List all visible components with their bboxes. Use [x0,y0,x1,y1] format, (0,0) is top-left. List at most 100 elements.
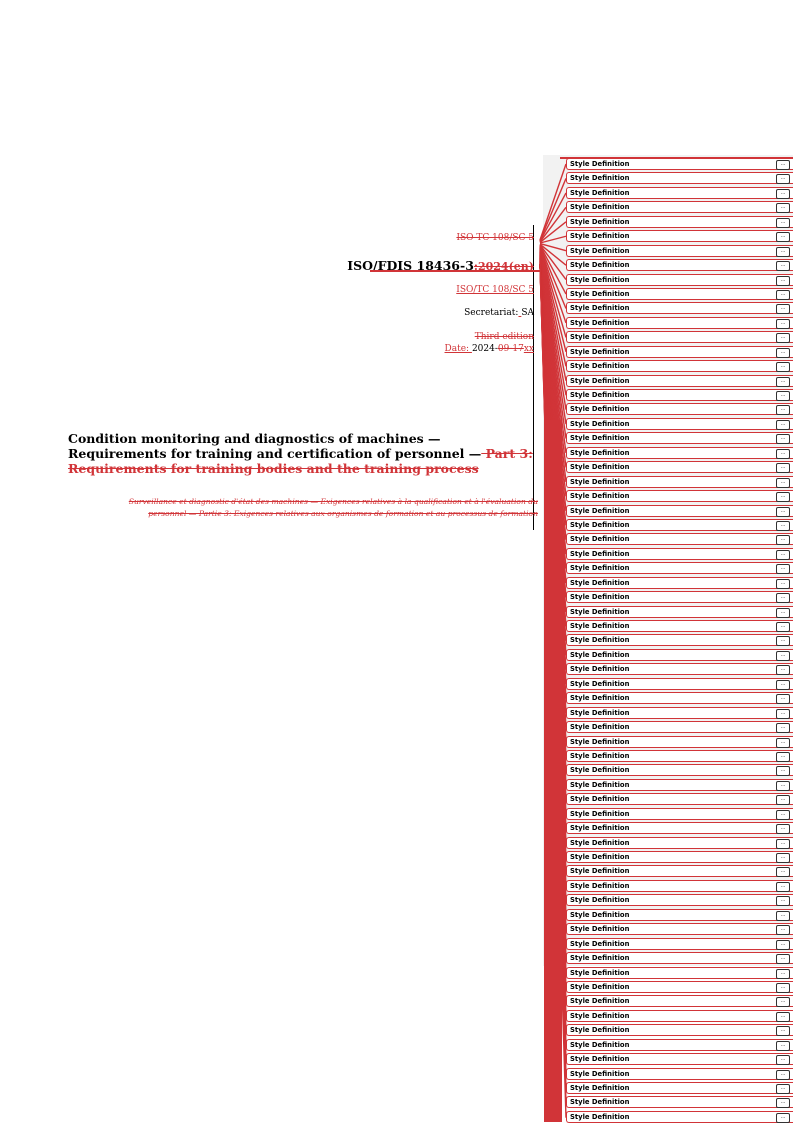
balloon-more-button[interactable]: ... [776,492,790,503]
balloon-more-button[interactable]: ... [776,1026,790,1037]
balloon-more-button[interactable]: ... [776,188,790,199]
balloon-more-button[interactable]: ... [776,954,790,965]
balloon-more-button[interactable]: ... [776,708,790,719]
balloon-more-button[interactable]: ... [776,217,790,228]
balloon-more-button[interactable]: ... [776,593,790,604]
balloon-more-button[interactable]: ... [776,636,790,647]
balloon-more-button[interactable]: ... [776,564,790,575]
balloon-more-button[interactable]: ... [776,867,790,878]
balloon-more-button[interactable]: ... [776,1040,790,1051]
style-definition-balloon[interactable]: Style Definition... [566,952,793,965]
style-definition-balloon[interactable]: Style Definition... [566,172,793,185]
balloon-more-button[interactable]: ... [776,174,790,185]
balloon-more-button[interactable]: ... [776,751,790,762]
balloon-more-button[interactable]: ... [776,535,790,546]
balloon-more-button[interactable]: ... [776,362,790,373]
style-definition-balloon[interactable]: Style Definition... [566,894,793,907]
style-definition-balloon[interactable]: Style Definition... [566,331,793,344]
balloon-more-button[interactable]: ... [776,997,790,1008]
balloon-more-button[interactable]: ... [776,694,790,705]
balloon-more-button[interactable]: ... [776,261,790,272]
balloon-more-button[interactable]: ... [776,520,790,531]
style-definition-balloon[interactable]: Style Definition... [566,1082,793,1094]
style-definition-balloon[interactable]: Style Definition... [566,908,793,921]
style-definition-balloon[interactable]: Style Definition... [566,980,793,993]
balloon-more-button[interactable]: ... [776,333,790,344]
style-definition-balloon[interactable]: Style Definition... [566,735,793,748]
balloon-more-button[interactable]: ... [776,160,790,170]
style-definition-balloon[interactable]: Style Definition... [566,822,793,835]
balloon-more-button[interactable]: ... [776,982,790,993]
style-definition-balloon[interactable]: Style Definition... [566,807,793,820]
style-definition-balloon[interactable]: Style Definition... [566,923,793,936]
style-definition-balloon[interactable]: Style Definition... [566,995,793,1008]
balloon-more-button[interactable]: ... [776,723,790,734]
balloon-more-button[interactable]: ... [776,737,790,748]
balloon-more-button[interactable]: ... [776,232,790,243]
balloon-more-button[interactable]: ... [776,434,790,445]
balloon-more-button[interactable]: ... [776,650,790,661]
style-definition-balloon[interactable]: Style Definition... [566,158,793,170]
style-definition-balloon[interactable]: Style Definition... [566,273,793,286]
balloon-more-button[interactable]: ... [776,910,790,921]
balloon-more-button[interactable]: ... [776,1112,790,1123]
style-definition-balloon[interactable]: Style Definition... [566,186,793,199]
style-definition-balloon[interactable]: Style Definition... [566,937,793,950]
style-definition-balloon[interactable]: Style Definition... [566,648,793,661]
balloon-more-button[interactable]: ... [776,665,790,676]
balloon-more-button[interactable]: ... [776,477,790,488]
style-definition-balloon[interactable]: Style Definition... [566,1053,793,1066]
style-definition-balloon[interactable]: Style Definition... [566,591,793,604]
balloon-more-button[interactable]: ... [776,1098,790,1109]
style-definition-balloon[interactable]: Style Definition... [566,302,793,315]
style-definition-balloon[interactable]: Style Definition... [566,259,793,272]
style-definition-balloon[interactable]: Style Definition... [566,634,793,647]
balloon-more-button[interactable]: ... [776,780,790,791]
balloon-more-button[interactable]: ... [776,549,790,560]
balloon-more-button[interactable]: ... [776,838,790,849]
balloon-more-button[interactable]: ... [776,289,790,300]
style-definition-balloon[interactable]: Style Definition... [566,417,793,430]
style-definition-balloon[interactable]: Style Definition... [566,504,793,517]
balloon-more-button[interactable]: ... [776,809,790,820]
balloon-more-button[interactable]: ... [776,463,790,474]
style-definition-balloon[interactable]: Style Definition... [566,836,793,849]
balloon-more-button[interactable]: ... [776,203,790,214]
balloon-more-button[interactable]: ... [776,246,790,257]
style-definition-balloon[interactable]: Style Definition... [566,692,793,705]
style-definition-balloon[interactable]: Style Definition... [566,518,793,531]
balloon-more-button[interactable]: ... [776,391,790,401]
style-definition-balloon[interactable]: Style Definition... [566,432,793,445]
style-definition-balloon[interactable]: Style Definition... [566,1038,793,1051]
style-definition-balloon[interactable]: Style Definition... [566,475,793,488]
style-definition-balloon[interactable]: Style Definition... [566,244,793,257]
style-definition-balloon[interactable]: Style Definition... [566,374,793,387]
balloon-more-button[interactable]: ... [776,607,790,618]
balloon-more-button[interactable]: ... [776,896,790,907]
balloon-more-button[interactable]: ... [776,925,790,936]
style-definition-balloon[interactable]: Style Definition... [566,562,793,575]
style-definition-balloon[interactable]: Style Definition... [566,1096,793,1109]
style-definition-balloon[interactable]: Style Definition... [566,706,793,719]
balloon-more-button[interactable]: ... [776,1055,790,1066]
style-definition-balloon[interactable]: Style Definition... [566,721,793,734]
balloon-more-button[interactable]: ... [776,1011,790,1022]
style-definition-balloon[interactable]: Style Definition... [566,764,793,777]
style-definition-balloon[interactable]: Style Definition... [566,461,793,474]
style-definition-balloon[interactable]: Style Definition... [566,1067,793,1080]
style-definition-balloon[interactable]: Style Definition... [566,215,793,228]
balloon-more-button[interactable]: ... [776,578,790,589]
balloon-more-button[interactable]: ... [776,679,790,690]
style-definition-balloon[interactable]: Style Definition... [566,490,793,503]
style-definition-balloon[interactable]: Style Definition... [566,879,793,892]
style-definition-balloon[interactable]: Style Definition... [566,966,793,979]
style-definition-balloon[interactable]: Style Definition... [566,547,793,560]
balloon-more-button[interactable]: ... [776,405,790,416]
balloon-more-button[interactable]: ... [776,376,790,387]
style-definition-balloon[interactable]: Style Definition... [566,1009,793,1022]
style-definition-balloon[interactable]: Style Definition... [566,778,793,791]
style-definition-balloon[interactable]: Style Definition... [566,389,793,401]
style-definition-balloon[interactable]: Style Definition... [566,865,793,878]
style-definition-balloon[interactable]: Style Definition... [566,287,793,300]
style-definition-balloon[interactable]: Style Definition... [566,620,793,632]
